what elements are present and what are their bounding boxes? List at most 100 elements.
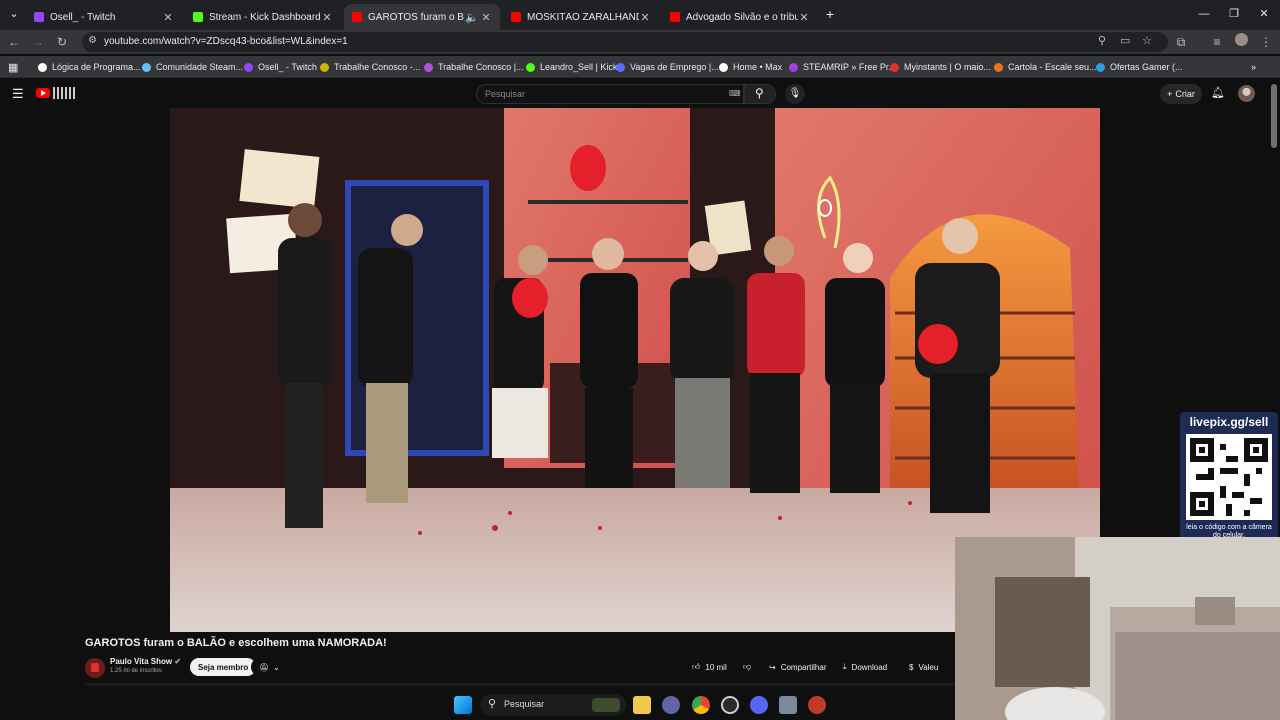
bookmark-item[interactable]: Leandro_Sell | Kick bbox=[526, 60, 617, 74]
tab-twitch[interactable]: Osell_ - Twitch ✕ bbox=[26, 4, 182, 30]
new-tab-icon[interactable]: + bbox=[820, 6, 840, 22]
close-window-icon[interactable]: ✕ bbox=[1254, 6, 1274, 22]
app-grid-icon[interactable] bbox=[779, 696, 797, 714]
page-scrollbar[interactable] bbox=[1271, 84, 1277, 148]
chrome-icon[interactable] bbox=[692, 696, 710, 714]
subscribed-notifications-button[interactable]: 🔕︎ ⌄ bbox=[251, 658, 288, 676]
voice-search-icon[interactable]: 🎙 bbox=[785, 84, 805, 104]
bookmark-item[interactable]: Vagas de Emprego |... bbox=[616, 60, 719, 74]
tab-youtube-3[interactable]: Advogado Silvão e o tribunal B ✕ bbox=[662, 4, 818, 30]
close-tab-icon[interactable]: ✕ bbox=[798, 11, 810, 24]
reload-icon[interactable]: ↻ bbox=[53, 33, 71, 51]
webcam-overlay bbox=[955, 537, 1280, 720]
subscriber-count: 1,25 mi de inscritos bbox=[110, 668, 162, 674]
back-icon[interactable]: ← bbox=[5, 33, 23, 51]
channel-avatar[interactable] bbox=[85, 658, 105, 678]
close-tab-icon[interactable]: ✕ bbox=[162, 11, 174, 24]
bookmark-item[interactable]: Lógica de Programa... bbox=[38, 60, 141, 74]
more-bookmarks-icon[interactable]: » bbox=[1251, 60, 1256, 74]
tab-search-icon[interactable]: ⌄ bbox=[4, 6, 24, 22]
search-placeholder: Pesquisar bbox=[485, 89, 526, 99]
search-icon: ⚲ bbox=[488, 698, 497, 710]
account-avatar[interactable] bbox=[1238, 85, 1255, 102]
apps-grid-icon[interactable]: ▦ bbox=[8, 60, 18, 74]
bookmark-item[interactable]: Trabalhe Conosco |... bbox=[424, 60, 524, 74]
extensions-icon[interactable]: ⧉ bbox=[1172, 33, 1190, 51]
profile-avatar[interactable] bbox=[1232, 33, 1250, 51]
join-button[interactable]: Seja membro bbox=[190, 658, 257, 676]
close-tab-icon[interactable]: ✕ bbox=[321, 11, 333, 24]
download-label: Download bbox=[851, 662, 888, 672]
bookmark-label: Comunidade Steam... bbox=[156, 62, 244, 72]
bookmark-label: Osell_ - Twitch bbox=[258, 62, 317, 72]
youtube-icon bbox=[352, 12, 362, 22]
create-label: Criar bbox=[1175, 89, 1195, 99]
taskbar-search[interactable]: ⚲ Pesquisar bbox=[480, 694, 626, 716]
bookmark-star-icon[interactable]: ☆ bbox=[1142, 34, 1152, 47]
hamburger-menu-icon[interactable]: ☰ bbox=[12, 86, 24, 102]
forward-icon[interactable]: → bbox=[29, 33, 47, 51]
bookmark-label: Home • Max bbox=[733, 62, 783, 72]
share-button[interactable]: ↪ Compartilhar bbox=[761, 658, 835, 676]
bookmark-label: Leandro_Sell | Kick bbox=[540, 62, 618, 72]
file-explorer-icon[interactable] bbox=[633, 696, 651, 714]
search-icon: ⚲ bbox=[755, 86, 764, 100]
livepix-qr-overlay: livepix.gg/sell leia o código com a câme… bbox=[1180, 412, 1278, 544]
chevron-down-icon: ⌄ bbox=[273, 662, 280, 672]
speaker-icon[interactable]: 🔈 bbox=[464, 11, 480, 24]
download-icon: ⤓ bbox=[843, 662, 847, 671]
youtube-logo[interactable] bbox=[36, 88, 50, 98]
bookmark-item[interactable]: Trabalhe Conosco -... bbox=[320, 60, 420, 74]
zoom-icon[interactable]: ⚲ bbox=[1098, 34, 1106, 47]
media-app-icon[interactable] bbox=[808, 696, 826, 714]
bookmark-label: Lógica de Programa... bbox=[52, 62, 141, 72]
bookmark-item[interactable]: Home • Max bbox=[719, 60, 782, 74]
search-button[interactable]: ⚲ bbox=[744, 84, 776, 104]
obs-icon[interactable] bbox=[721, 696, 739, 714]
channel-name-row[interactable]: Paulo Vita Show ✔ bbox=[110, 657, 181, 666]
notifications-bell-icon[interactable]: 🔔︎ bbox=[1211, 86, 1225, 99]
bookmark-item[interactable]: Cartola - Escale seu... bbox=[994, 60, 1097, 74]
webcam-scene bbox=[955, 537, 1280, 720]
teams-icon[interactable] bbox=[662, 696, 680, 714]
tab-youtube-2[interactable]: MOSKITÃO ZARALHANDO AS D ✕ bbox=[503, 4, 659, 30]
reading-list-icon[interactable]: ≡ bbox=[1208, 33, 1226, 51]
download-button[interactable]: ⤓ Download bbox=[835, 658, 896, 676]
discord-icon[interactable] bbox=[750, 696, 768, 714]
kick-icon bbox=[193, 12, 203, 22]
minimize-icon[interactable]: — bbox=[1194, 6, 1214, 22]
close-tab-icon[interactable]: ✕ bbox=[480, 11, 492, 24]
windows-start-icon[interactable] bbox=[454, 696, 472, 714]
bookmark-label: STEAMRIP » Free Pr... bbox=[803, 62, 896, 72]
cast-icon[interactable]: ▭ bbox=[1120, 34, 1130, 47]
bookmark-item[interactable]: Ofertas Gamer (... bbox=[1096, 60, 1183, 74]
dislike-button[interactable]: 👎︎ bbox=[735, 658, 760, 676]
site-info-icon[interactable]: ⚙ bbox=[88, 35, 97, 46]
like-button[interactable]: 👍︎ 10 mil bbox=[684, 658, 735, 676]
bookmark-label: Myinstants | O maio... bbox=[904, 62, 991, 72]
address-bar[interactable]: ⚙ youtube.com/watch?v=ZDscq43-bco&list=W… bbox=[82, 32, 1168, 52]
thanks-label: Valeu bbox=[918, 662, 939, 672]
bookmark-favicon-icon bbox=[1096, 62, 1105, 72]
close-tab-icon[interactable]: ✕ bbox=[639, 11, 651, 24]
search-highlight-icon bbox=[592, 698, 620, 712]
bookmark-item[interactable]: STEAMRIP » Free Pr... bbox=[789, 60, 896, 74]
restore-icon[interactable]: ❐ bbox=[1224, 6, 1244, 22]
tab-kick[interactable]: Stream - Kick Dashboard ✕ bbox=[185, 4, 341, 30]
qr-code bbox=[1186, 434, 1272, 520]
menu-icon[interactable]: ⋮ bbox=[1257, 33, 1275, 51]
tab-youtube-active[interactable]: GAROTOS furam o BALÃO e 🔈 ✕ bbox=[344, 4, 500, 30]
bookmark-item[interactable]: Osell_ - Twitch bbox=[244, 60, 317, 74]
keyboard-icon[interactable]: ⌨ bbox=[729, 89, 741, 98]
bookmark-item[interactable]: Myinstants | O maio... bbox=[890, 60, 991, 74]
bookmark-item[interactable]: Comunidade Steam... bbox=[142, 60, 243, 74]
windows-taskbar: ⚲ Pesquisar bbox=[440, 690, 840, 720]
bookmark-favicon-icon bbox=[38, 62, 47, 72]
doodle-logo-icon[interactable] bbox=[53, 87, 77, 99]
youtube-masthead: ☰ Pesquisar ⌨ ⚲ 🎙 + Criar 🔔︎ bbox=[0, 80, 1280, 108]
thanks-button[interactable]: $ Valeu bbox=[901, 658, 947, 676]
channel-name: Paulo Vita Show bbox=[110, 657, 173, 666]
create-button[interactable]: + Criar bbox=[1160, 84, 1202, 104]
search-input[interactable]: Pesquisar ⌨ bbox=[476, 84, 744, 104]
verified-check-icon: ✔ bbox=[174, 657, 182, 666]
